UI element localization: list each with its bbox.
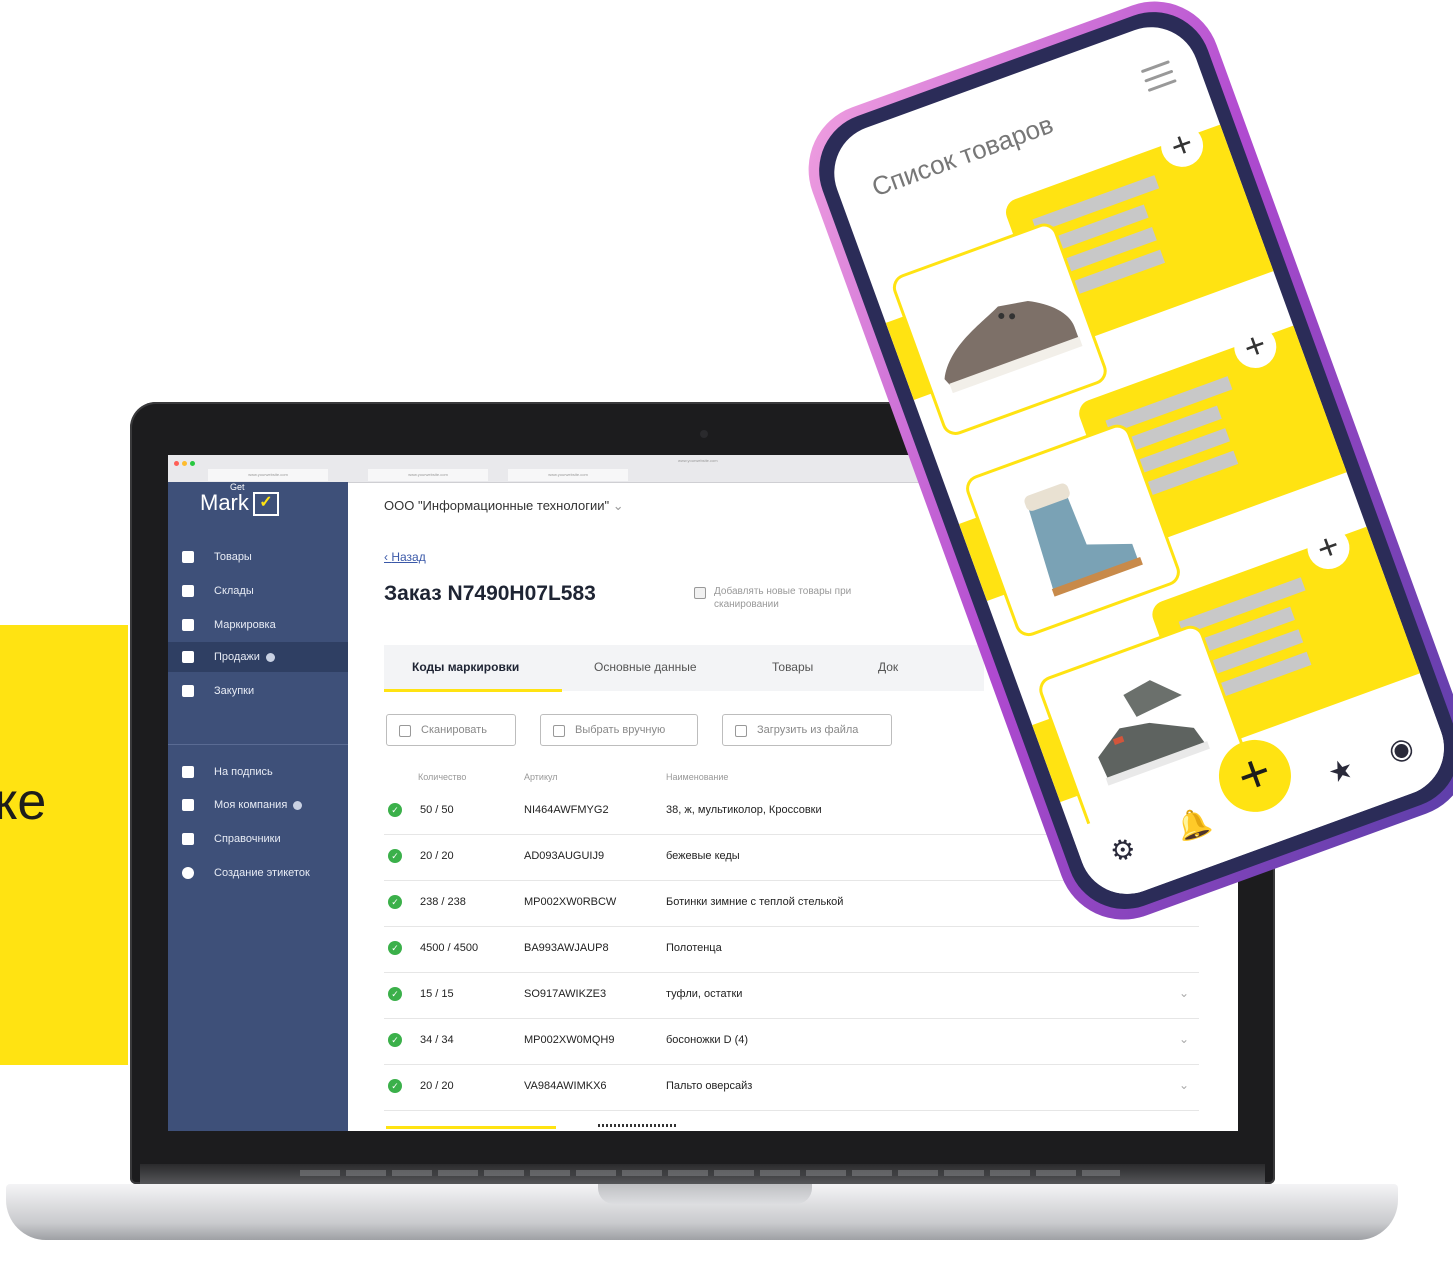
browser-tab[interactable]: www.yourwebsite.com	[208, 469, 328, 481]
laptop-notch	[598, 1184, 812, 1204]
minimize-dot-icon[interactable]	[182, 461, 187, 466]
book-icon	[182, 833, 194, 845]
address-bar[interactable]: www.yourwebsite.com	[678, 458, 718, 463]
check-circle-icon: ✓	[388, 849, 402, 863]
phone-title: Список товаров	[867, 108, 1058, 203]
warehouse-icon	[182, 585, 194, 597]
star-icon[interactable]: ★	[1323, 751, 1358, 791]
sidebar-item-sales[interactable]: Продажи	[168, 642, 348, 672]
maximize-dot-icon[interactable]	[190, 461, 195, 466]
sidebar-item-references[interactable]: Справочники	[168, 824, 348, 854]
column-header-qty: Количество	[418, 772, 467, 782]
sidebar-item-warehouses[interactable]: Склады	[168, 576, 348, 606]
tab-products[interactable]: Товары	[772, 660, 813, 674]
pie-chart-icon	[182, 867, 194, 879]
sidebar-item-purchases[interactable]: Закупки	[168, 676, 348, 706]
getmark-logo[interactable]: Get Mark ✓	[200, 482, 279, 517]
chevron-down-icon[interactable]: ⌄	[1179, 1032, 1189, 1046]
check-circle-icon: ✓	[388, 1079, 402, 1093]
chevron-down-icon[interactable]: ⌄	[1179, 1078, 1189, 1092]
check-circle-icon: ✓	[388, 803, 402, 817]
sidebar-item-marking[interactable]: Маркировка	[168, 610, 348, 640]
qr-code-icon	[182, 619, 194, 631]
scanner-icon	[399, 725, 411, 737]
table-row[interactable]: ✓ 4500 / 4500 BA993AWJAUP8 Полотенца	[384, 926, 1199, 973]
column-header-sku: Артикул	[524, 772, 558, 782]
expand-plus-icon[interactable]	[265, 652, 275, 662]
barcode-strip	[598, 1124, 678, 1127]
table-row[interactable]: ✓ 15 / 15 SO917AWIKZE3 туфли, остатки ⌄	[384, 972, 1199, 1019]
tab-main-data[interactable]: Основные данные	[594, 660, 697, 674]
clipboard-icon	[182, 651, 194, 663]
org-selector[interactable]: ООО "Информационные технологии" ⌄	[384, 498, 624, 514]
banner-text: ке	[0, 773, 47, 831]
column-header-name: Наименование	[666, 772, 729, 782]
chevron-down-icon[interactable]: ⌄	[1179, 986, 1189, 1000]
laptop-camera	[700, 430, 708, 438]
sidebar-item-labels[interactable]: Создание этикеток	[168, 858, 348, 888]
logo-get-text: Get	[230, 482, 245, 492]
tab-bar: Коды маркировки Основные данные Товары Д…	[384, 645, 984, 692]
sidebar-item-to-sign[interactable]: На подпись	[168, 757, 348, 787]
check-circle-icon: ✓	[388, 987, 402, 1001]
expand-plus-icon[interactable]	[293, 800, 303, 810]
scan-button[interactable]: Сканировать	[386, 714, 516, 746]
checkbox-label: Добавлять новые товары при сканировании	[714, 586, 852, 610]
cart-icon	[182, 685, 194, 697]
boot-icon	[1024, 483, 1143, 597]
hand-icon	[553, 725, 565, 737]
sidebar-item-products[interactable]: Товары	[168, 542, 348, 572]
gear-icon[interactable]: ⚙	[1105, 830, 1140, 870]
logo-mark-text: Mark	[200, 490, 249, 515]
select-manually-button[interactable]: Выбрать вручную	[540, 714, 698, 746]
browser-tab[interactable]: www.yourwebsite.com	[508, 469, 628, 481]
sidebar-item-my-company[interactable]: Моя компания	[168, 790, 348, 820]
check-logo-icon: ✓	[252, 492, 279, 517]
page-title: Заказ N7490H07L583	[384, 582, 596, 605]
browser-tab[interactable]: www.yourwebsite.com	[368, 469, 488, 481]
building-icon	[182, 799, 194, 811]
promo-banner	[0, 625, 128, 1065]
download-icon	[735, 725, 747, 737]
add-new-items-checkbox[interactable]	[694, 587, 706, 599]
check-circle-icon: ✓	[388, 895, 402, 909]
pen-icon	[182, 766, 194, 778]
active-tab-indicator	[384, 689, 562, 692]
hamburger-menu-icon[interactable]	[1140, 60, 1179, 98]
laptop-vent	[300, 1170, 1120, 1176]
sidebar-divider	[168, 744, 348, 745]
close-dot-icon[interactable]	[174, 461, 179, 466]
bell-icon[interactable]: 🔔	[1171, 803, 1215, 846]
sidebar: Get Mark ✓ Товары Склады Маркировка Прода…	[168, 482, 348, 1131]
upload-file-button[interactable]: Загрузить из файла	[722, 714, 892, 746]
box-icon	[182, 551, 194, 563]
chevron-down-icon: ⌄	[612, 498, 624, 513]
shoe-icon	[944, 300, 1083, 394]
check-circle-icon: ✓	[388, 1033, 402, 1047]
tab-documents[interactable]: Док	[878, 660, 898, 674]
footer-accent-bar	[386, 1126, 556, 1129]
check-circle-icon: ✓	[388, 941, 402, 955]
back-link[interactable]: ‹ Назад	[384, 550, 426, 564]
tab-marking-codes[interactable]: Коды маркировки	[412, 660, 519, 674]
camera-icon[interactable]: ◉	[1384, 729, 1418, 768]
table-row[interactable]: ✓ 20 / 20 VA984AWIMKX6 Пальто оверсайз ⌄	[384, 1064, 1199, 1111]
table-row[interactable]: ✓ 34 / 34 MP002XW0MQH9 босоножки D (4) ⌄	[384, 1018, 1199, 1065]
